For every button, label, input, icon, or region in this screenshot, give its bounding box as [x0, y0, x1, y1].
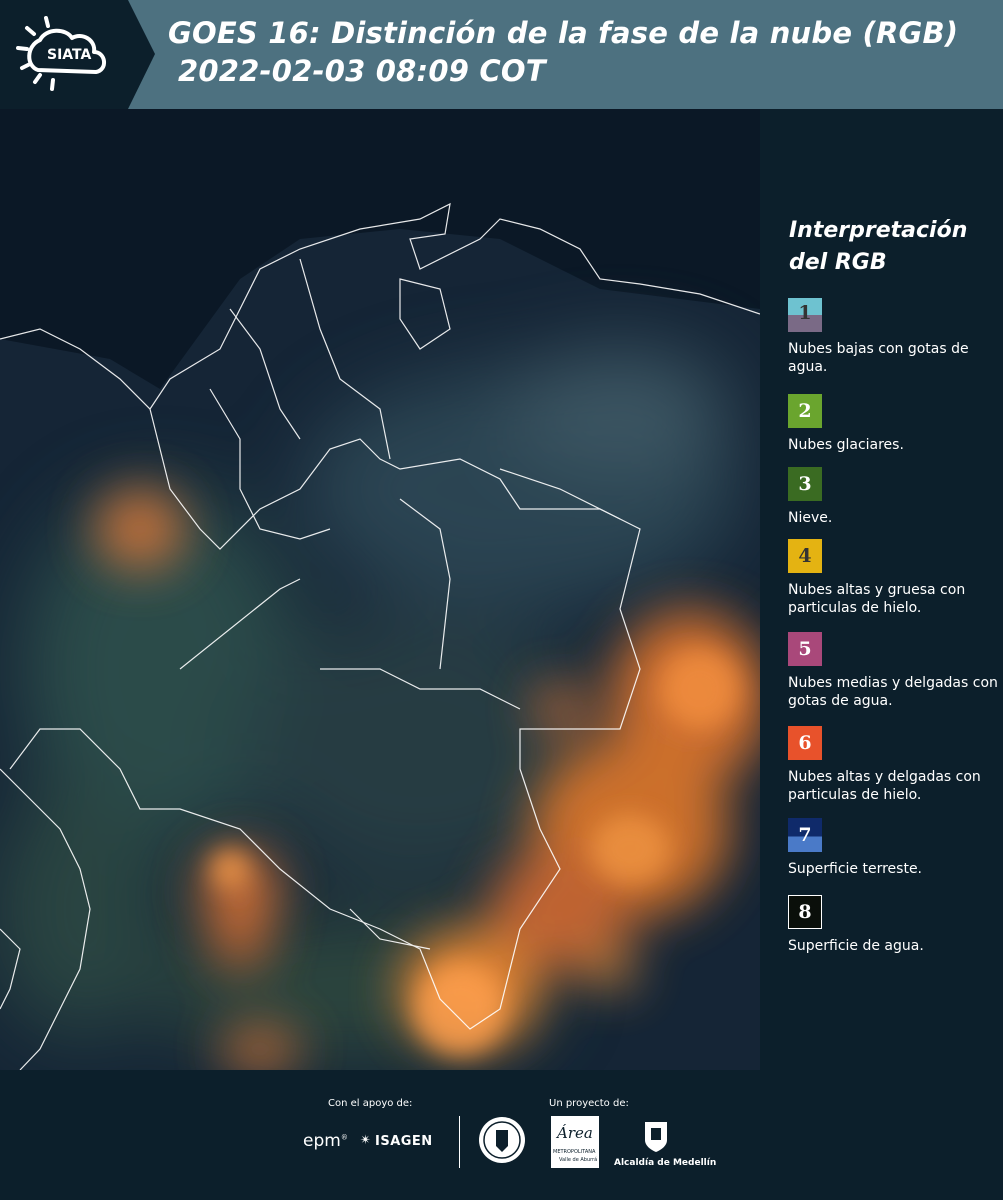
alcaldia-text: Alcaldía de Medellín	[614, 1158, 717, 1168]
legend-item: 8 Superficie de agua.	[788, 895, 998, 955]
medellin-shield-icon	[643, 1118, 669, 1154]
footer: Con el apoyo de: Un proyecto de: epm® ✴ …	[0, 1070, 1003, 1200]
legend-swatch: 2	[788, 394, 822, 428]
legend-item: 1 Nubes bajas con gotas de agua.	[788, 298, 998, 376]
legend-label: Nubes glaciares.	[788, 437, 904, 453]
satellite-map[interactable]	[0, 109, 760, 1070]
legend-swatch: 3	[788, 467, 822, 501]
epm-text: epm	[303, 1131, 341, 1151]
legend-swatch: 1	[788, 298, 822, 332]
title-line-2: 2022-02-03 08:09 COT	[178, 54, 546, 88]
university-seal-icon	[478, 1116, 526, 1164]
legend-item: 7 Superficie terreste.	[788, 818, 998, 878]
support-label: Con el apoyo de:	[328, 1098, 413, 1109]
legend-title: Interpretación del RGB	[789, 218, 968, 275]
legend-label: Nubes altas y gruesa con particulas de h…	[788, 582, 966, 616]
legend-label: Superficie terreste.	[788, 861, 923, 877]
footer-divider	[459, 1116, 460, 1168]
isagen-icon: ✴	[360, 1133, 371, 1148]
legend-item: 2 Nubes glaciares.	[788, 394, 998, 454]
title-line-1: GOES 16: Distinción de la fase de la nub…	[168, 16, 959, 50]
legend-swatch: 4	[788, 539, 822, 573]
epm-logo: epm®	[303, 1131, 348, 1151]
legend-item: 3 Nieve.	[788, 467, 998, 527]
legend-swatch: 5	[788, 632, 822, 666]
legend-label: Nieve.	[788, 510, 833, 526]
logo-text: SIATA	[47, 47, 92, 63]
legend-label: Superficie de agua.	[788, 938, 924, 954]
project-label: Un proyecto de:	[549, 1098, 629, 1109]
area-sub2: Valle de Aburrá	[559, 1157, 598, 1163]
legend-label: Nubes medias y delgadas con gotas de agu…	[788, 675, 998, 709]
legend-swatch: 6	[788, 726, 822, 760]
legend-panel: Interpretación del RGB 1 Nubes bajas con…	[760, 109, 1003, 1070]
area-sub1: METROPOLITANA	[553, 1149, 596, 1155]
legend-swatch: 8	[788, 895, 822, 929]
header-bar: SIATA GOES 16: Distinción de la fase de …	[0, 0, 1003, 109]
area-text: Área	[557, 1124, 593, 1142]
legend-item: 6 Nubes altas y delgadas con particulas …	[788, 726, 998, 804]
siata-logo: SIATA	[0, 0, 155, 109]
legend-label: Nubes bajas con gotas de agua.	[788, 341, 969, 375]
legend-item: 4 Nubes altas y gruesa con particulas de…	[788, 539, 998, 617]
legend-item: 5 Nubes medias y delgadas con gotas de a…	[788, 632, 998, 710]
legend-swatch: 7	[788, 818, 822, 852]
area-metropolitana-logo: Área METROPOLITANA Valle de Aburrá	[551, 1116, 599, 1168]
legend-label: Nubes altas y delgadas con particulas de…	[788, 769, 981, 803]
page-title: GOES 16: Distinción de la fase de la nub…	[168, 14, 958, 90]
isagen-logo: ISAGEN	[375, 1134, 433, 1149]
